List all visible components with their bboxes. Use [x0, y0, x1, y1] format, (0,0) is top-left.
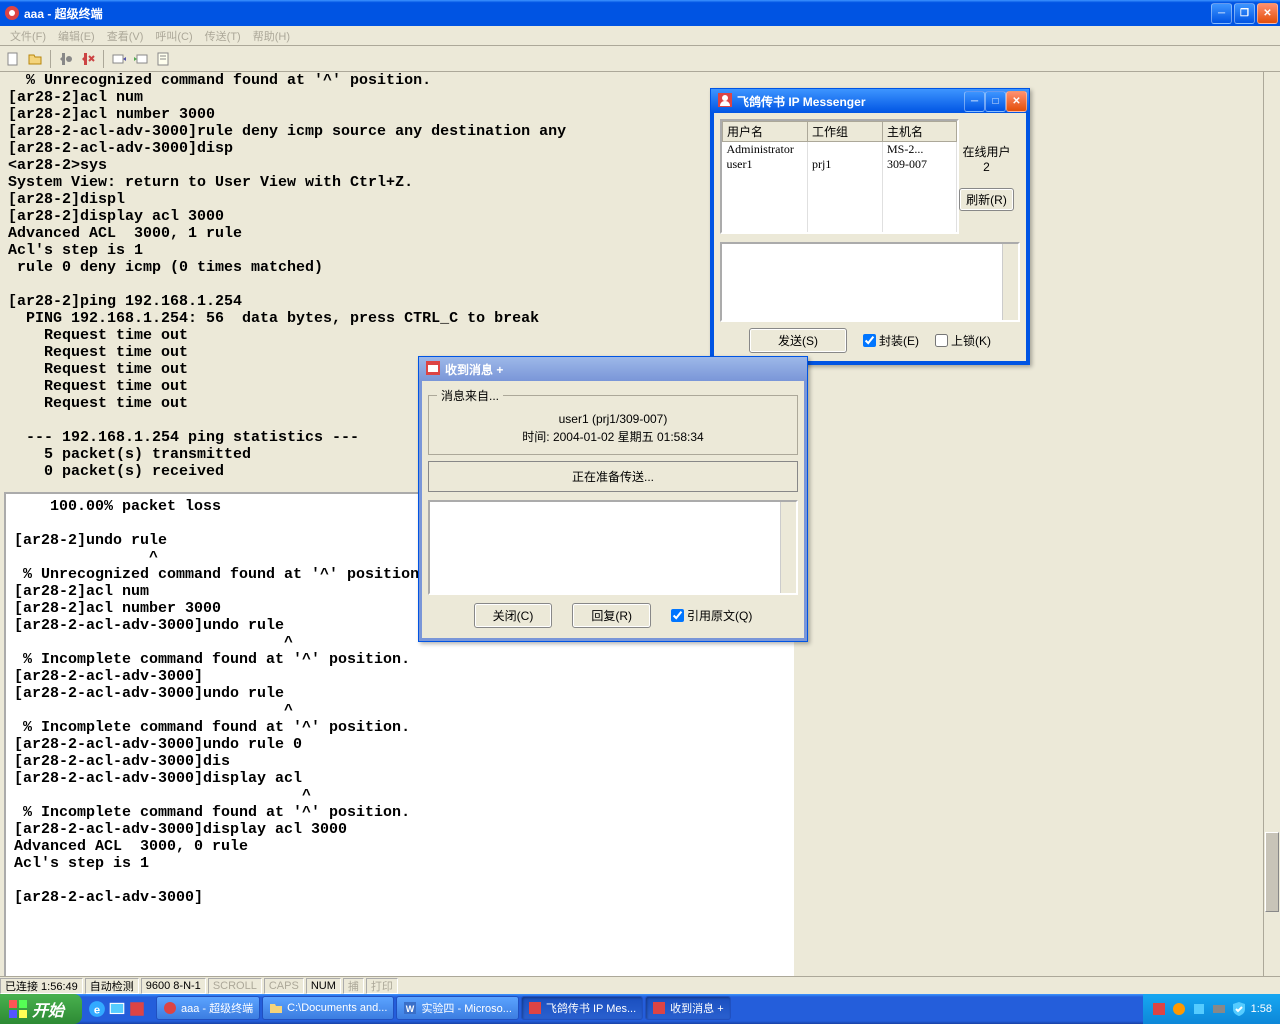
recv-time: 时间: 2004-01-02 星期五 01:58:34 — [437, 428, 789, 446]
restore-button[interactable]: ❐ — [1234, 3, 1255, 24]
recv-from-fieldset: 消息来自... user1 (prj1/309-007) 时间: 2004-01… — [428, 387, 798, 455]
receive-msg-window: 收到消息 + 消息来自... user1 (prj1/309-007) 时间: … — [418, 356, 808, 642]
tray-icon[interactable] — [1211, 1001, 1227, 1017]
refresh-button[interactable]: 刷新(R) — [959, 188, 1014, 211]
menu-view[interactable]: 查看(V) — [101, 28, 150, 44]
close-button[interactable]: ✕ — [1257, 3, 1278, 24]
send-icon[interactable] — [110, 50, 128, 68]
menubar: 文件(F) 编辑(E) 查看(V) 呼叫(C) 传送(T) 帮助(H) — [0, 26, 1280, 46]
connect-icon[interactable] — [57, 50, 75, 68]
task-recvmsg[interactable]: 收到消息 + — [645, 996, 730, 1020]
terminal-scrollbar[interactable] — [1263, 72, 1280, 984]
svg-text:W: W — [406, 1004, 415, 1014]
main-titlebar: aaa - 超级终端 ─ ❐ ✕ — [0, 0, 1280, 26]
systray[interactable]: 1:58 — [1143, 994, 1280, 1024]
menu-edit[interactable]: 编辑(E) — [52, 28, 101, 44]
menu-transfer[interactable]: 传送(T) — [199, 28, 247, 44]
status-autodetect: 自动检测 — [85, 978, 139, 994]
status-baud: 9600 8-N-1 — [141, 978, 206, 994]
ipmsg-message-input[interactable] — [720, 242, 1020, 322]
recv-from: user1 (prj1/309-007) — [437, 410, 789, 428]
status-scroll: SCROLL — [208, 978, 262, 994]
tray-icon[interactable] — [1151, 1001, 1167, 1017]
ipmsg-titlebar[interactable]: 飞鸽传书 IP Messenger ─ □ ✕ — [711, 89, 1029, 113]
ipmsg-title: 飞鸽传书 IP Messenger — [737, 93, 964, 110]
task-explorer[interactable]: C:\Documents and... — [262, 996, 394, 1020]
ipmsg-close[interactable]: ✕ — [1006, 91, 1027, 112]
start-label: 开始 — [32, 997, 64, 1021]
ipmsg-app-icon — [717, 92, 733, 111]
recv-close-button[interactable]: 关闭(C) — [474, 603, 553, 628]
svg-text:e: e — [94, 1005, 100, 1017]
taskbar: 开始 e aaa - 超级终端 C:\Documents and... W 实验… — [0, 994, 1280, 1024]
tray-icon[interactable] — [1171, 1001, 1187, 1017]
menu-help[interactable]: 帮助(H) — [247, 28, 296, 44]
recv-textbox[interactable] — [428, 500, 798, 595]
disconnect-icon[interactable] — [79, 50, 97, 68]
minimize-button[interactable]: ─ — [1211, 3, 1232, 24]
task-ipmsg[interactable]: 飞鸽传书 IP Mes... — [521, 996, 643, 1020]
start-button[interactable]: 开始 — [0, 994, 82, 1024]
task-hyperterminal[interactable]: aaa - 超级终端 — [156, 996, 260, 1020]
properties-icon[interactable] — [154, 50, 172, 68]
ipmsg-maximize[interactable]: □ — [985, 91, 1006, 112]
ql-app-icon[interactable] — [128, 1000, 146, 1018]
recv-reply-button[interactable]: 回复(R) — [572, 603, 651, 628]
send-button[interactable]: 发送(S) — [749, 328, 847, 353]
online-label: 在线用户 — [962, 143, 1010, 160]
toolbar — [0, 46, 1280, 72]
window-title: aaa - 超级终端 — [24, 5, 1211, 22]
status-capture: 捕 — [343, 978, 364, 994]
status-connected: 已连接 1:56:49 — [0, 978, 83, 994]
menu-file[interactable]: 文件(F) — [4, 28, 52, 44]
recv-quote-checkbox[interactable]: 引用原文(Q) — [671, 607, 752, 624]
online-count: 2 — [962, 160, 1010, 174]
task-word[interactable]: W 实验四 - Microso... — [396, 996, 518, 1020]
recv-title: 收到消息 + — [445, 361, 805, 378]
user-row[interactable]: AdministratorMS-2... — [723, 142, 957, 158]
status-print: 打印 — [366, 978, 398, 994]
status-num: NUM — [306, 978, 341, 994]
receive-icon[interactable] — [132, 50, 150, 68]
clock[interactable]: 1:58 — [1251, 1003, 1272, 1015]
task-buttons: aaa - 超级终端 C:\Documents and... W 实验四 - M… — [152, 996, 1143, 1022]
recv-app-icon — [425, 360, 441, 379]
seal-checkbox[interactable]: 封装(E) — [863, 332, 919, 349]
quicklaunch: e — [82, 1000, 152, 1018]
new-icon[interactable] — [4, 50, 22, 68]
lock-checkbox[interactable]: 上锁(K) — [935, 332, 991, 349]
tray-icon[interactable] — [1191, 1001, 1207, 1017]
ipmessenger-window: 飞鸽传书 IP Messenger ─ □ ✕ 用户名 工作组 主机名 Admi… — [710, 88, 1030, 365]
user-row[interactable]: user1prj1309-007 — [723, 157, 957, 172]
ipmsg-userlist[interactable]: 用户名 工作组 主机名 AdministratorMS-2... user1pr… — [720, 119, 959, 234]
open-icon[interactable] — [26, 50, 44, 68]
status-caps: CAPS — [264, 978, 304, 994]
msgbox-scrollbar[interactable] — [1002, 244, 1018, 320]
menu-call[interactable]: 呼叫(C) — [149, 28, 198, 44]
col-group[interactable]: 工作组 — [808, 122, 883, 142]
col-host[interactable]: 主机名 — [883, 122, 957, 142]
tray-shield-icon[interactable] — [1231, 1001, 1247, 1017]
recv-preparing[interactable]: 正在准备传送... — [428, 461, 798, 492]
ql-desktop-icon[interactable] — [108, 1000, 126, 1018]
ipmsg-minimize[interactable]: ─ — [964, 91, 985, 112]
col-user[interactable]: 用户名 — [723, 122, 808, 142]
recv-titlebar[interactable]: 收到消息 + — [419, 357, 807, 381]
recv-from-label: 消息来自... — [437, 387, 503, 404]
recv-scrollbar[interactable] — [780, 502, 796, 593]
ql-ie-icon[interactable]: e — [88, 1000, 106, 1018]
app-icon — [4, 5, 20, 21]
statusbar: 已连接 1:56:49 自动检测 9600 8-N-1 SCROLL CAPS … — [0, 976, 1280, 994]
